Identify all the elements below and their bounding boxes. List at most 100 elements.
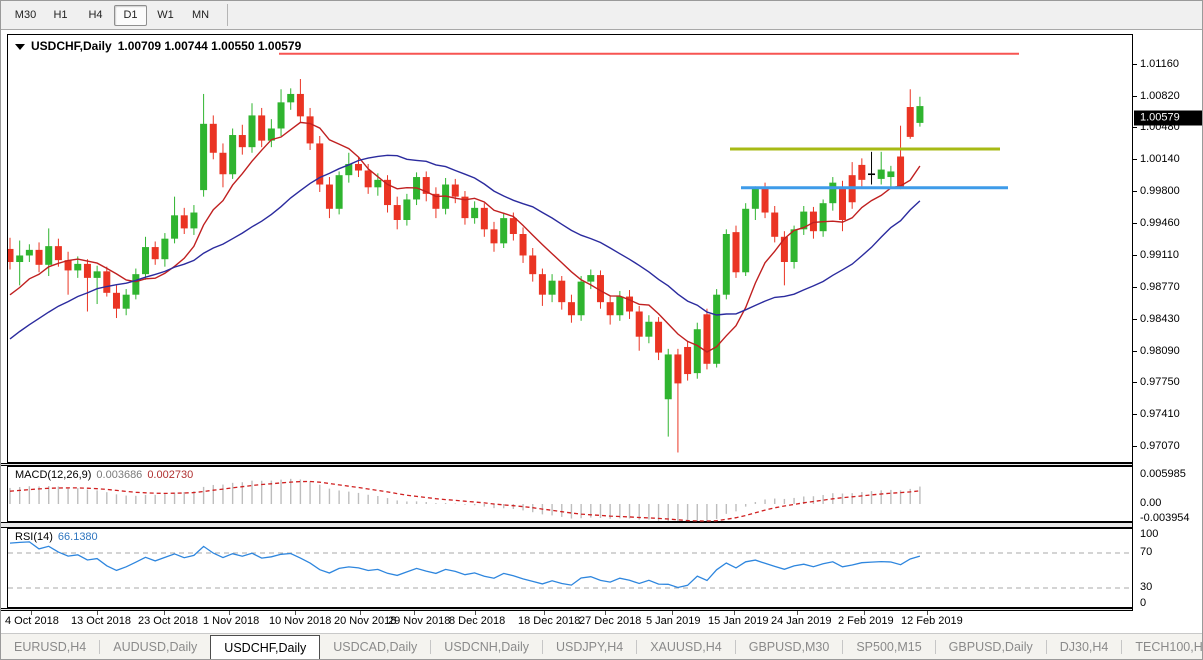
date-axis-tick [672, 611, 673, 615]
chart-tab-gbpusd-m30[interactable]: GBPUSD,M30 [736, 634, 843, 659]
date-axis-label: 8 Dec 2018 [449, 615, 506, 627]
candle-body [200, 123, 208, 191]
rsi-axis-label: 100 [1140, 528, 1159, 540]
candle-body [548, 280, 556, 295]
timeframe-button-d1[interactable]: D1 [114, 4, 147, 26]
price-axis-label: 0.99110 [1140, 249, 1179, 262]
date-axis-tick [544, 611, 545, 615]
ohlc-open: 1.00709 [117, 39, 162, 53]
macd-value-main: 0.003686 [96, 469, 143, 481]
date-axis-label: 2 Feb 2019 [838, 615, 894, 627]
date-axis-label: 12 Feb 2019 [901, 615, 963, 627]
candle-body [354, 163, 362, 171]
symbol-dropdown-icon[interactable] [15, 44, 25, 50]
chart-tab-dj30-h4[interactable]: DJ30,H4 [1047, 634, 1122, 659]
candle-body [248, 115, 256, 148]
price-axis-label: 1.00820 [1140, 89, 1180, 102]
rsi-axis-label: 0 [1140, 597, 1147, 609]
date-axis-tick [360, 611, 361, 615]
chart-tab-audusd-daily[interactable]: AUDUSD,Daily [100, 634, 210, 659]
candle-body [674, 354, 682, 384]
date-axis-tick [605, 611, 606, 615]
date-axis-tick [797, 611, 798, 615]
date-axis-label: 10 Nov 2018 [269, 615, 332, 627]
date-axis-label: 15 Jan 2019 [708, 615, 769, 627]
candle-body [655, 321, 663, 353]
date-axis-tick [414, 611, 415, 615]
price-axis-tick [1132, 445, 1137, 447]
timeframe-button-m30[interactable]: M30 [9, 4, 42, 26]
price-axis-label: 1.00140 [1140, 153, 1180, 166]
rsi-line [9, 541, 921, 589]
candlestick-chart[interactable] [8, 35, 1133, 464]
candle-body [393, 205, 401, 220]
date-axis-tick [31, 611, 32, 615]
candlesticks [8, 79, 924, 453]
candle-body [761, 187, 769, 213]
candle-body [877, 169, 885, 179]
price-axis-tick [1132, 382, 1137, 384]
price-axis-label: 0.98430 [1140, 312, 1180, 325]
chart-tab-bar: EURUSD,H4 AUDUSD,Daily USDCHF,Daily USDCAD,… [1, 633, 1202, 659]
candle-body [277, 102, 285, 129]
macd-axis-label: -0.003954 [1140, 512, 1190, 524]
date-axis-label: 27 Dec 2018 [579, 615, 642, 627]
trading-platform-window: M30 H1 H4 D1 W1 MN USDCHF,Daily 1.00709 1.0074… [0, 0, 1203, 660]
candle-body [93, 271, 101, 278]
chart-tab-eurusd-h4[interactable]: EURUSD,H4 [1, 634, 99, 659]
price-chart-pane[interactable] [7, 34, 1132, 463]
chart-tab-sp500-m15[interactable]: SP500,M15 [843, 634, 934, 659]
chart-tab-xauusd-h4[interactable]: XAUUSD,H4 [637, 634, 735, 659]
timeframe-button-mn[interactable]: MN [184, 4, 217, 26]
timeframe-toolbar: M30 H1 H4 D1 W1 MN [1, 1, 1202, 30]
symbol-label: USDCHF,Daily [31, 39, 112, 53]
candle-body [751, 187, 759, 209]
rsi-axis-label: 30 [1140, 581, 1153, 593]
candle-body [732, 232, 740, 273]
candle-body [132, 274, 140, 295]
candle-body [713, 294, 721, 364]
candle-body [325, 184, 333, 209]
candle-body [887, 171, 895, 178]
chart-title[interactable]: USDCHF,Daily 1.00709 1.00744 1.00550 1.00… [15, 39, 301, 53]
candle-body [287, 93, 295, 103]
price-axis-label: 0.98770 [1140, 281, 1180, 294]
candle-body [229, 135, 237, 175]
candle-body [54, 246, 62, 261]
macd-name: MACD(12,26,9) [15, 469, 92, 481]
date-axis-label: 13 Oct 2018 [71, 615, 131, 627]
candle-body [897, 156, 905, 188]
timeframe-button-w1[interactable]: W1 [149, 4, 182, 26]
macd-histogram [9, 478, 921, 521]
chart-tab-usdcad-daily[interactable]: USDCAD,Daily [320, 634, 430, 659]
timeframe-button-h4[interactable]: H4 [79, 4, 112, 26]
candle-body [829, 182, 837, 204]
price-axis-tick [1132, 255, 1137, 257]
macd-value-signal: 0.002730 [147, 469, 194, 481]
price-axis-tick [1132, 127, 1137, 129]
chart-tab-tech100-h1[interactable]: TECH100,H1 [1122, 634, 1202, 659]
price-axis-tick [1132, 95, 1137, 97]
toolbar-separator [227, 4, 228, 26]
candle-body [306, 116, 314, 144]
ohlc-close: 1.00579 [257, 39, 302, 53]
date-axis-tick [864, 611, 865, 615]
candle-body [219, 152, 227, 175]
rsi-chart[interactable] [8, 529, 1133, 609]
rsi-pane[interactable] [7, 528, 1133, 609]
timeframe-button-h1[interactable]: H1 [44, 4, 77, 26]
date-axis-label: 29 Nov 2018 [388, 615, 451, 627]
candle-body [480, 207, 488, 230]
macd-label: MACD(12,26,9) 0.003686 0.002730 [15, 469, 193, 481]
time-axis[interactable]: 4 Oct 2018 13 Oct 2018 23 Oct 2018 1 Nov 20… [1, 611, 1202, 633]
chart-tab-gbpusd-daily[interactable]: GBPUSD,Daily [936, 634, 1046, 659]
price-axis-tick [1132, 414, 1137, 416]
chart-tab-usdjpy-h4[interactable]: USDJPY,H4 [543, 634, 636, 659]
candle-body [645, 321, 653, 337]
current-price-badge: 1.00579 [1134, 110, 1202, 126]
candle-body [684, 346, 692, 375]
chart-tab-usdchf-daily[interactable]: USDCHF,Daily [210, 635, 321, 659]
chart-tab-usdcnh-daily[interactable]: USDCNH,Daily [431, 634, 542, 659]
candle-body [296, 93, 304, 117]
ohlc-low: 1.00550 [211, 39, 255, 53]
